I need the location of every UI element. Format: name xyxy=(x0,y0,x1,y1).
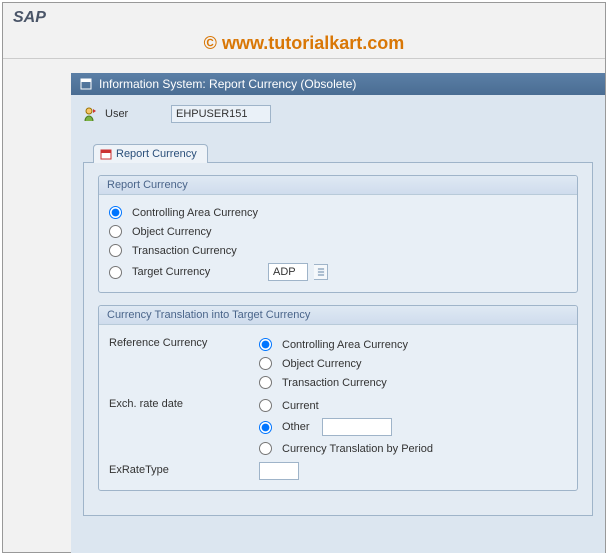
user-icon xyxy=(83,106,99,122)
app-frame: SAP © www.tutorialkart.com Information S… xyxy=(2,2,606,553)
group-currency-translation-title: Currency Translation into Target Currenc… xyxy=(99,306,577,325)
tab-content: Report Currency Controlling Area Currenc… xyxy=(83,162,593,516)
radio-date-other[interactable] xyxy=(259,421,272,434)
label-ref-object: Object Currency xyxy=(282,358,361,370)
radio-controlling-area-currency[interactable] xyxy=(109,206,122,219)
label-controlling-area-currency: Controlling Area Currency xyxy=(132,207,258,219)
window-title: Information System: Report Currency (Obs… xyxy=(99,77,356,91)
date-other-input[interactable] xyxy=(322,418,392,436)
watermark: © www.tutorialkart.com xyxy=(204,33,405,53)
user-label: User xyxy=(105,108,165,120)
label-exch-rate-date: Exch. rate date xyxy=(109,396,259,410)
radio-object-currency[interactable] xyxy=(109,225,122,238)
label-ref-controlling: Controlling Area Currency xyxy=(282,339,408,351)
app-title: SAP xyxy=(3,3,605,29)
tab-strip: Report Currency xyxy=(93,143,593,162)
radio-ref-object[interactable] xyxy=(259,357,272,370)
exratetype-input[interactable] xyxy=(259,462,299,480)
radio-ref-controlling[interactable] xyxy=(259,338,272,351)
label-transaction-currency: Transaction Currency xyxy=(132,245,237,257)
group-report-currency-title: Report Currency xyxy=(99,176,577,195)
radio-date-current[interactable] xyxy=(259,399,272,412)
value-help-icon[interactable] xyxy=(314,264,328,280)
tab-report-currency[interactable]: Report Currency xyxy=(93,144,208,163)
watermark-text: www.tutorialkart.com xyxy=(217,33,404,53)
copyright-symbol: © xyxy=(204,33,217,53)
tab-label: Report Currency xyxy=(116,148,197,160)
label-date-other: Other xyxy=(282,421,310,433)
calendar-icon xyxy=(100,148,112,160)
window-titlebar: Information System: Report Currency (Obs… xyxy=(71,73,605,95)
radio-ref-transaction[interactable] xyxy=(259,376,272,389)
dialog-window: Information System: Report Currency (Obs… xyxy=(71,73,605,553)
radio-target-currency[interactable] xyxy=(109,266,122,279)
group-currency-translation: Currency Translation into Target Currenc… xyxy=(98,305,578,491)
label-exratetype: ExRateType xyxy=(109,462,259,476)
label-object-currency: Object Currency xyxy=(132,226,211,238)
client-area: User Report Currency Report Currency xyxy=(71,95,605,526)
label-date-by-period: Currency Translation by Period xyxy=(282,443,433,455)
label-ref-transaction: Transaction Currency xyxy=(282,377,387,389)
radio-transaction-currency[interactable] xyxy=(109,244,122,257)
user-row: User xyxy=(83,105,593,123)
window-icon xyxy=(79,77,93,91)
label-date-current: Current xyxy=(282,400,319,412)
label-reference-currency: Reference Currency xyxy=(109,335,259,349)
label-target-currency: Target Currency xyxy=(132,266,252,278)
watermark-bar: © www.tutorialkart.com xyxy=(3,29,605,59)
user-input[interactable] xyxy=(171,105,271,123)
radio-date-by-period[interactable] xyxy=(259,442,272,455)
target-currency-input[interactable] xyxy=(268,263,308,281)
group-report-currency: Report Currency Controlling Area Currenc… xyxy=(98,175,578,293)
